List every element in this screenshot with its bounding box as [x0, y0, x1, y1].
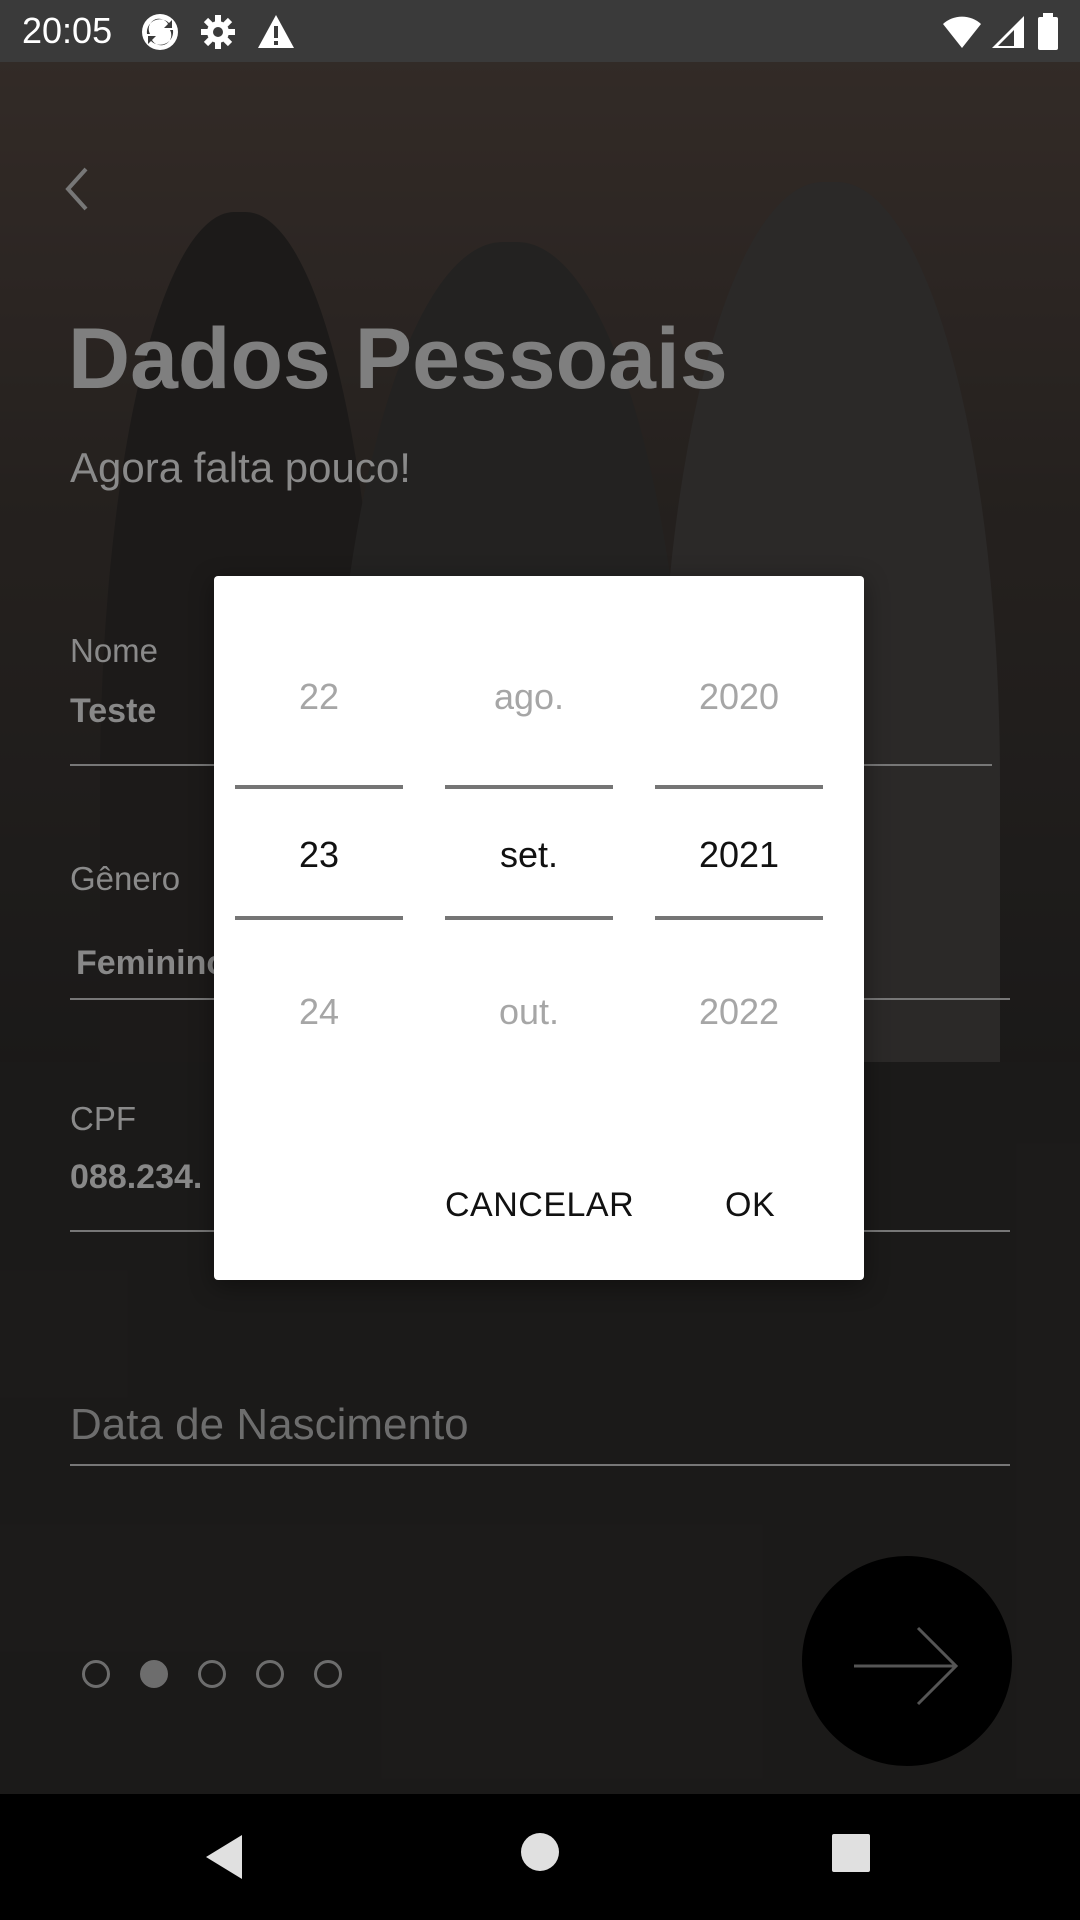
picker-divider [445, 916, 613, 920]
sync-app-icon [140, 12, 180, 52]
month-next[interactable]: out. [445, 991, 613, 1033]
status-bar: 20:05 [0, 0, 1080, 62]
home-circle-icon[interactable] [520, 1832, 560, 1877]
wifi-icon [942, 12, 982, 52]
gender-select[interactable]: Feminino [76, 944, 227, 983]
cancel-button[interactable]: CANCELAR [445, 1186, 634, 1225]
next-button[interactable] [802, 1556, 1012, 1766]
day-prev[interactable]: 22 [235, 676, 403, 718]
page-dot [314, 1660, 342, 1688]
birth-date-field[interactable]: Data de Nascimento [70, 1400, 469, 1450]
page-title: Dados Pessoais [68, 311, 728, 407]
picker-divider [235, 916, 403, 920]
month-selected[interactable]: set. [445, 834, 613, 876]
cpf-label: CPF [70, 1100, 136, 1137]
chevron-left-icon[interactable] [60, 165, 94, 213]
year-picker[interactable]: 2020 2021 2022 [655, 576, 823, 1096]
year-next[interactable]: 2022 [655, 991, 823, 1033]
year-prev[interactable]: 2020 [655, 676, 823, 718]
gender-label: Gênero [70, 860, 181, 897]
month-picker[interactable]: ago. set. out. [445, 576, 613, 1096]
arrow-right-icon [854, 1626, 959, 1706]
back-triangle-icon[interactable] [202, 1832, 248, 1887]
day-selected[interactable]: 23 [235, 834, 403, 876]
page-dot [256, 1660, 284, 1688]
date-picker-dialog: 22 23 24 ago. set. out. 2020 2021 2022 C… [214, 576, 864, 1280]
picker-divider [235, 785, 403, 789]
day-picker[interactable]: 22 23 24 [235, 576, 403, 1096]
recents-square-icon[interactable] [830, 1832, 872, 1879]
picker-divider [445, 785, 613, 789]
page-dot [198, 1660, 226, 1688]
signal-icon [988, 12, 1028, 52]
gear-icon [198, 12, 238, 52]
page-subtitle: Agora falta pouco! [70, 444, 411, 491]
battery-icon [1036, 12, 1060, 52]
page-dot [82, 1660, 110, 1688]
system-nav-bar [0, 1794, 1080, 1920]
name-field[interactable]: Teste [70, 692, 156, 731]
picker-divider [655, 785, 823, 789]
birth-date-underline [70, 1464, 1010, 1466]
cpf-field[interactable]: 088.234. [70, 1158, 202, 1197]
status-time: 20:05 [22, 10, 113, 51]
picker-divider [655, 916, 823, 920]
month-prev[interactable]: ago. [445, 676, 613, 718]
day-next[interactable]: 24 [235, 991, 403, 1033]
warning-icon [256, 12, 296, 52]
ok-button[interactable]: OK [725, 1186, 775, 1225]
year-selected[interactable]: 2021 [655, 834, 823, 876]
page-dot-active [140, 1660, 168, 1688]
name-label: Nome [70, 632, 159, 669]
